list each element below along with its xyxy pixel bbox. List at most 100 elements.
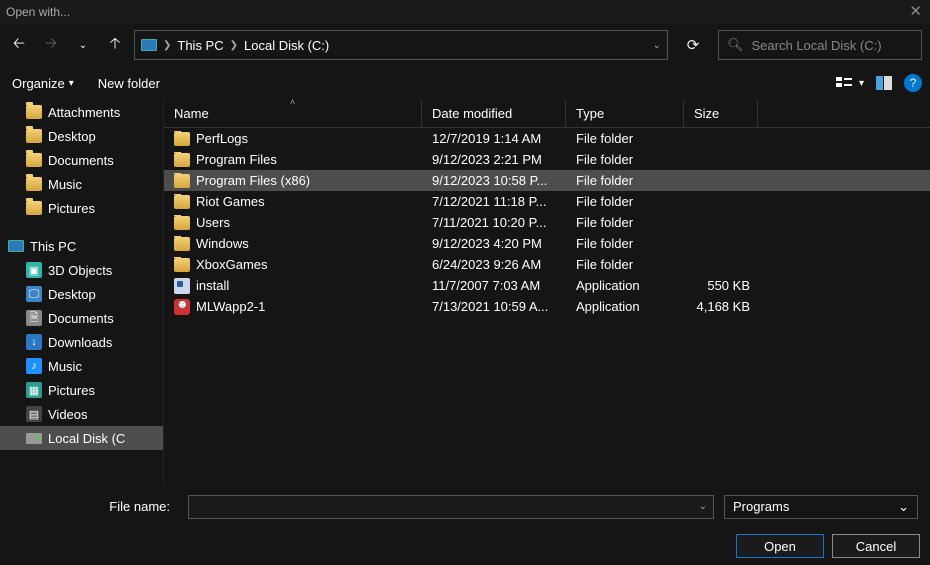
vid-icon: ▤: [26, 406, 42, 422]
sidebar-item-label: Documents: [48, 311, 114, 326]
search-input[interactable]: 🔍︎ Search Local Disk (C:): [718, 30, 922, 60]
chevron-down-icon[interactable]: ⌄: [699, 501, 707, 512]
sidebar-item-label: Music: [48, 359, 82, 374]
sidebar-item[interactable]: Music: [0, 172, 163, 196]
file-type-filter[interactable]: Programs ⌄: [724, 495, 918, 519]
file-type: File folder: [566, 257, 684, 272]
column-header-size[interactable]: Size: [684, 100, 758, 127]
nav-back-icon[interactable]: 🡠: [8, 34, 30, 56]
address-bar[interactable]: ❯ This PC ❯ Local Disk (C:) ⌄: [134, 30, 668, 60]
chevron-right-icon[interactable]: ❯: [230, 40, 238, 51]
nav-up-icon[interactable]: 🡡: [104, 34, 126, 56]
folder-icon: [26, 201, 42, 215]
file-row[interactable]: Program Files (x86) 9/12/2023 10:58 P...…: [164, 170, 930, 191]
sidebar-item-label: Pictures: [48, 201, 95, 216]
file-row[interactable]: Riot Games 7/12/2021 11:18 P... File fol…: [164, 191, 930, 212]
pic-icon: ▦: [26, 382, 42, 398]
sidebar-item[interactable]: 🗎Documents: [0, 306, 163, 330]
file-type: File folder: [566, 152, 684, 167]
filename-input[interactable]: ⌄: [188, 495, 714, 519]
preview-pane-icon[interactable]: [876, 76, 892, 90]
sidebar-tree: Attachments Desktop Documents Music Pictures…: [0, 100, 164, 486]
column-header-date[interactable]: Date modified: [422, 100, 566, 127]
file-date: 12/7/2019 1:14 AM: [422, 131, 566, 146]
nav-history-dropdown-icon[interactable]: ⌄: [72, 34, 94, 56]
file-date: 11/7/2007 7:03 AM: [422, 278, 566, 293]
sidebar-item-label: Attachments: [48, 105, 120, 120]
sidebar-item[interactable]: ↓Downloads: [0, 330, 163, 354]
file-name: Program Files (x86): [196, 173, 310, 188]
folder-icon: [26, 105, 42, 119]
breadcrumb-drive[interactable]: Local Disk (C:): [244, 38, 329, 53]
sidebar-item-label: Desktop: [48, 129, 96, 144]
navbar: 🡠 🡢 ⌄ 🡡 ❯ This PC ❯ Local Disk (C:) ⌄ ⟳ …: [0, 24, 930, 66]
file-row[interactable]: install 11/7/2007 7:03 AM Application 55…: [164, 275, 930, 296]
file-size: 4,168 KB: [684, 299, 758, 314]
file-name: install: [196, 278, 229, 293]
folder-icon: [174, 153, 190, 167]
chevron-down-icon: ⌄: [898, 499, 909, 515]
sidebar-item[interactable]: ♪Music: [0, 354, 163, 378]
file-row[interactable]: Windows 9/12/2023 4:20 PM File folder: [164, 233, 930, 254]
chevron-right-icon[interactable]: ❯: [163, 40, 171, 51]
organize-button[interactable]: Organize▾: [12, 76, 74, 91]
file-date: 7/13/2021 10:59 A...: [422, 299, 566, 314]
refresh-icon[interactable]: ⟳: [676, 30, 710, 60]
close-icon[interactable]: ✕: [909, 2, 922, 20]
address-history-icon[interactable]: ⌄: [653, 40, 661, 51]
sidebar-item[interactable]: Attachments: [0, 100, 163, 124]
file-name: MLWapp2-1: [196, 299, 265, 314]
view-mode-icon[interactable]: ▾: [836, 76, 864, 90]
file-name: Windows: [196, 236, 249, 251]
file-row[interactable]: Users 7/11/2021 10:20 P... File folder: [164, 212, 930, 233]
sidebar-item[interactable]: ▣ 3D Objects: [0, 258, 163, 282]
file-row[interactable]: MLWapp2-1 7/13/2021 10:59 A... Applicati…: [164, 296, 930, 317]
breadcrumb-thispc[interactable]: This PC: [177, 38, 223, 53]
chevron-down-icon: ▾: [859, 78, 864, 89]
file-list: ˄ Name Date modified Type Size PerfLogs …: [164, 100, 930, 486]
nav-forward-icon: 🡢: [40, 34, 62, 56]
column-header-name[interactable]: ˄ Name: [164, 100, 422, 127]
folder-icon: [26, 177, 42, 191]
cancel-button[interactable]: Cancel: [832, 534, 920, 558]
pc-icon: [141, 39, 157, 51]
sidebar-item[interactable]: ▦ Pictures: [0, 378, 163, 402]
sidebar-item[interactable]: Pictures: [0, 196, 163, 220]
file-name: Users: [196, 215, 230, 230]
folder-icon: [174, 195, 190, 209]
file-row[interactable]: PerfLogs 12/7/2019 1:14 AM File folder: [164, 128, 930, 149]
desktop-icon: 🖵: [26, 286, 42, 302]
search-placeholder: Search Local Disk (C:): [752, 38, 882, 53]
file-date: 9/12/2023 10:58 P...: [422, 173, 566, 188]
window-title: Open with...: [6, 5, 70, 19]
file-row[interactable]: Program Files 9/12/2023 2:21 PM File fol…: [164, 149, 930, 170]
file-size: 550 KB: [684, 278, 758, 293]
installer-icon: [174, 278, 190, 294]
file-name: XboxGames: [196, 257, 268, 272]
folder-icon: [174, 216, 190, 230]
folder-icon: [174, 258, 190, 272]
sidebar-item[interactable]: Local Disk (C: [0, 426, 163, 450]
sidebar-item[interactable]: Desktop: [0, 124, 163, 148]
help-icon[interactable]: ?: [904, 74, 922, 92]
file-row[interactable]: XboxGames 6/24/2023 9:26 AM File folder: [164, 254, 930, 275]
search-icon: 🔍︎: [727, 37, 744, 53]
folder-icon: [174, 174, 190, 188]
sidebar-item-thispc[interactable]: This PC: [0, 234, 163, 258]
file-date: 9/12/2023 4:20 PM: [422, 236, 566, 251]
file-type: File folder: [566, 131, 684, 146]
file-type: File folder: [566, 194, 684, 209]
pc-icon: [8, 240, 24, 252]
open-button[interactable]: Open: [736, 534, 824, 558]
sidebar-item[interactable]: ▤Videos: [0, 402, 163, 426]
sidebar-item-label: 3D Objects: [48, 263, 112, 278]
column-header-type[interactable]: Type: [566, 100, 684, 127]
main-area: Attachments Desktop Documents Music Pictures…: [0, 100, 930, 486]
folder-icon: [26, 129, 42, 143]
sidebar-item[interactable]: 🖵Desktop: [0, 282, 163, 306]
sidebar-item-label: Pictures: [48, 383, 95, 398]
sidebar-item-label: Music: [48, 177, 82, 192]
sidebar-item[interactable]: Documents: [0, 148, 163, 172]
new-folder-button[interactable]: New folder: [98, 76, 160, 91]
3d-icon: ▣: [26, 262, 42, 278]
